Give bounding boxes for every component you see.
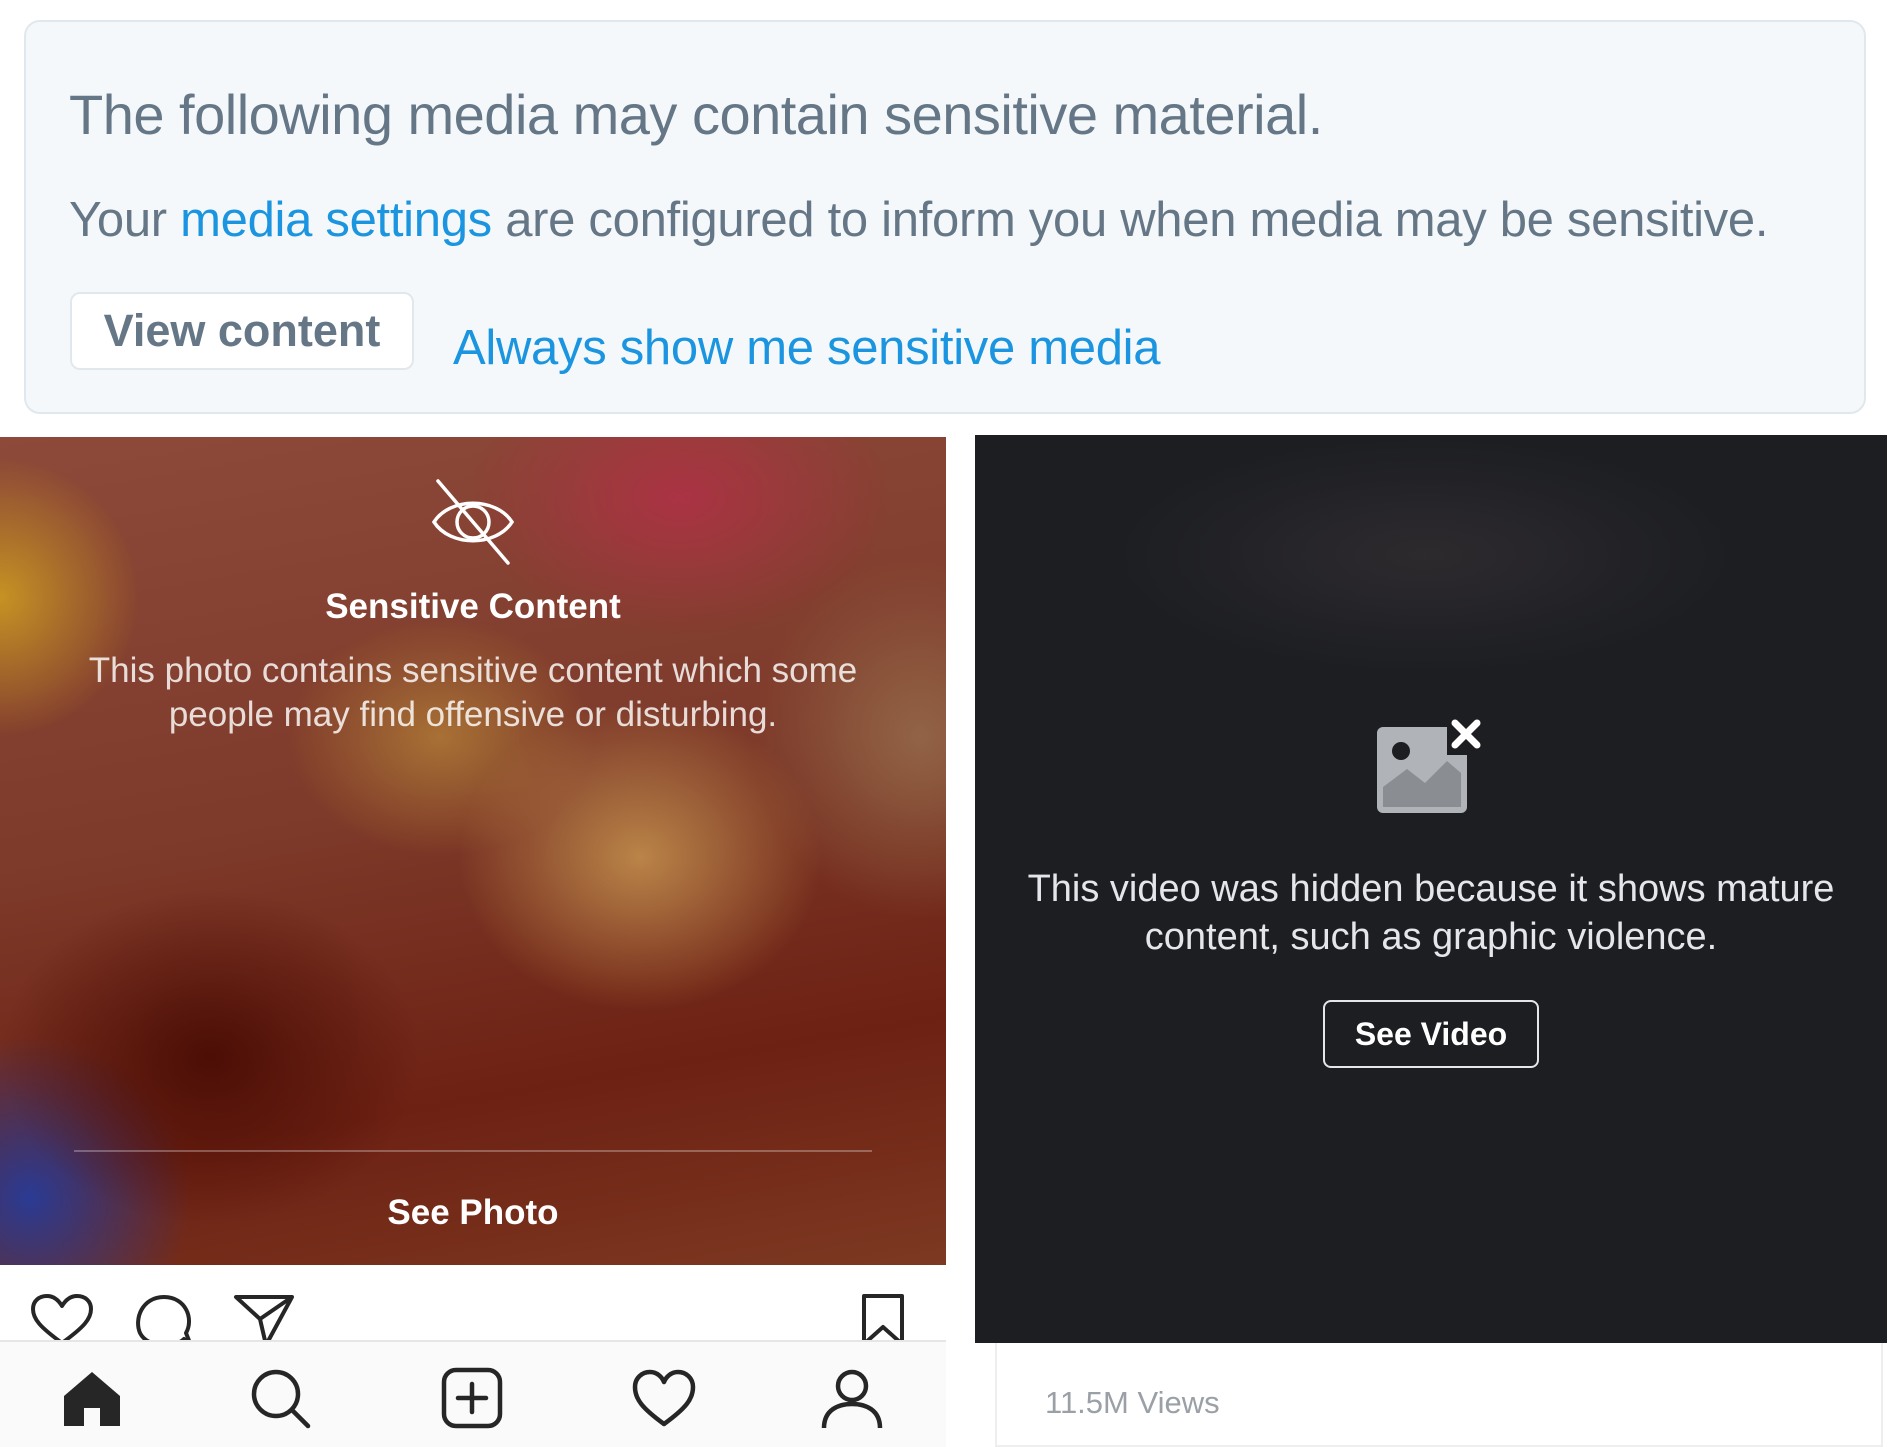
- search-icon[interactable]: [248, 1366, 312, 1430]
- bookmark-icon[interactable]: [858, 1293, 908, 1347]
- sensitive-media-notice: The following media may contain sensitiv…: [24, 20, 1866, 414]
- sensitive-content-title: Sensitive Content: [325, 587, 621, 626]
- notice-title: The following media may contain sensitiv…: [69, 83, 1323, 146]
- activity-heart-icon[interactable]: [632, 1366, 696, 1430]
- sensitive-content-description: This photo contains sensitive content wh…: [88, 651, 858, 734]
- instagram-post: Sensitive Content This photo contains se…: [0, 437, 946, 1447]
- eye-slash-icon: [431, 479, 515, 565]
- notice-description: Your media settings are configured to in…: [69, 192, 1769, 248]
- heart-icon[interactable]: [30, 1293, 94, 1347]
- post-actions-bar: [0, 1265, 946, 1347]
- video-footer: 11.5M Views: [995, 1343, 1883, 1447]
- media-settings-link[interactable]: media settings: [180, 193, 492, 247]
- always-show-sensitive-link[interactable]: Always show me sensitive media: [453, 320, 1161, 376]
- see-video-button[interactable]: See Video: [1323, 1000, 1539, 1068]
- comment-icon[interactable]: [132, 1293, 196, 1347]
- divider: [74, 1150, 872, 1152]
- video-overlay: This video was hidden because it shows m…: [975, 435, 1887, 1343]
- notice-prefix: Your: [69, 193, 181, 247]
- notice-suffix: are configured to inform you when media …: [491, 193, 1769, 247]
- hidden-image-icon: [1377, 717, 1485, 813]
- share-icon[interactable]: [232, 1293, 296, 1347]
- see-photo-button[interactable]: See Photo: [0, 1193, 946, 1233]
- blurred-photo: Sensitive Content This photo contains se…: [0, 437, 946, 1265]
- home-icon[interactable]: [60, 1366, 124, 1430]
- add-post-icon[interactable]: [440, 1366, 504, 1430]
- profile-icon[interactable]: [820, 1366, 884, 1430]
- bottom-tab-bar: [0, 1340, 946, 1447]
- hidden-video-message: This video was hidden because it shows m…: [1027, 868, 1835, 958]
- view-count: 11.5M Views: [1045, 1385, 1220, 1420]
- hidden-video-post: This video was hidden because it shows m…: [975, 435, 1887, 1447]
- view-content-button[interactable]: View content: [70, 292, 414, 370]
